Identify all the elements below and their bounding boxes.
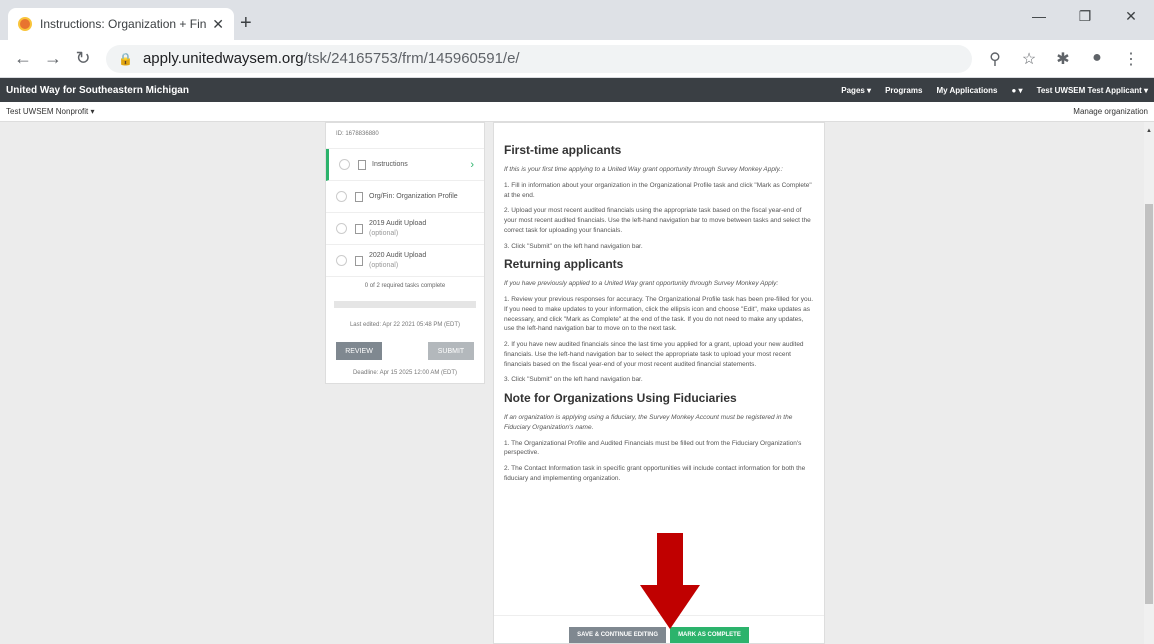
- task-progress-bar: [334, 301, 476, 308]
- manage-organization-link[interactable]: Manage organization: [1073, 107, 1148, 116]
- close-tab-icon[interactable]: ✕: [212, 16, 224, 33]
- back-icon[interactable]: ←: [8, 48, 38, 69]
- status-circle-icon: [339, 159, 350, 170]
- url-path: /tsk/24165753/frm/145960591/e/: [303, 50, 520, 67]
- heading-returning: Returning applicants: [504, 257, 624, 272]
- document-icon: [355, 255, 363, 266]
- task-progress-text: 0 of 2 required tasks complete: [364, 283, 446, 289]
- document-icon: [355, 191, 363, 202]
- extensions-icon[interactable]: ✱: [1048, 49, 1078, 69]
- close-window-icon[interactable]: ✕: [1108, 0, 1154, 32]
- profile-icon[interactable]: ●: [1082, 49, 1112, 69]
- paragraph: 2. If you have new audited financials si…: [504, 341, 804, 368]
- paragraph: 3. Click "Submit" on the left hand navig…: [504, 242, 643, 250]
- red-arrow-annotation: [640, 533, 700, 629]
- status-circle-icon: [336, 255, 347, 266]
- task-label: 2020 Audit Upload: [369, 252, 427, 260]
- app-header: United Way for Southeastern Michigan Pag…: [0, 78, 1154, 102]
- task-instructions[interactable]: Instructions ›: [326, 149, 484, 181]
- submit-button[interactable]: SUBMIT: [428, 342, 474, 360]
- menu-my-applications[interactable]: My Applications: [936, 86, 997, 95]
- org-selector[interactable]: Test UWSEM Nonprofit ▾: [6, 107, 1073, 116]
- browser-tab-strip: Instructions: Organization + Fina ✕ + — …: [0, 0, 1154, 40]
- menu-user[interactable]: Test UWSEM Test Applicant ▾: [1037, 86, 1148, 95]
- toolbar-icons: ⚲ ☆ ✱ ● ⋮: [980, 49, 1146, 69]
- zoom-icon[interactable]: ⚲: [980, 49, 1010, 69]
- heading-fiduciaries: Note for Organizations Using Fiduciaries: [504, 391, 737, 405]
- task-2019-audit[interactable]: 2019 Audit Upload (optional): [326, 213, 484, 245]
- task-label: Instructions: [372, 160, 408, 168]
- scrollbar-thumb[interactable]: [1145, 204, 1153, 604]
- heading-first-time: First-time applicants: [504, 143, 622, 157]
- new-tab-icon[interactable]: +: [240, 12, 252, 35]
- brand-name[interactable]: United Way for Southeastern Michigan: [6, 85, 841, 96]
- browser-tab[interactable]: Instructions: Organization + Fina ✕: [8, 8, 234, 40]
- paragraph: 1. The Organizational Profile and Audite…: [504, 439, 802, 457]
- scroll-up-icon[interactable]: ▲: [1146, 128, 1152, 134]
- minimize-icon[interactable]: —: [1016, 0, 1062, 32]
- app-menu: Pages ▾ Programs My Applications ● ▾ Tes…: [841, 86, 1148, 95]
- task-label: Org/Fin: Organization Profile: [369, 192, 458, 200]
- chevron-right-icon: ›: [470, 158, 474, 171]
- bookmark-star-icon[interactable]: ☆: [1014, 49, 1044, 69]
- application-id: ID: 1678836880: [326, 123, 484, 149]
- window-controls: — ❐ ✕: [1016, 0, 1154, 32]
- status-circle-icon: [336, 191, 347, 202]
- save-continue-button[interactable]: SAVE & CONTINUE EDITING: [569, 627, 667, 643]
- more-menu-icon[interactable]: ⋮: [1116, 49, 1146, 69]
- task-label: 2019 Audit Upload: [369, 220, 427, 228]
- paragraph: If you have previously applied to a Unit…: [504, 280, 779, 288]
- address-bar[interactable]: 🔒 apply.unitedwaysem.org/tsk/24165753/fr…: [106, 44, 972, 73]
- paragraph: 2. Upload your most recent audited finan…: [504, 207, 811, 234]
- forward-icon[interactable]: →: [38, 48, 68, 69]
- paragraph: 3. Click "Submit" on the left hand navig…: [504, 376, 643, 384]
- reload-icon[interactable]: ↻: [68, 48, 98, 69]
- url-host: apply.unitedwaysem.org: [142, 50, 304, 67]
- org-bar: Test UWSEM Nonprofit ▾ Manage organizati…: [0, 102, 1154, 122]
- browser-toolbar: ← → ↻ 🔒 apply.unitedwaysem.org/tsk/24165…: [0, 40, 1154, 78]
- optional-tag: (optional): [369, 229, 399, 237]
- review-button[interactable]: REVIEW: [336, 342, 382, 360]
- task-2020-audit[interactable]: 2020 Audit Upload (optional): [326, 245, 484, 277]
- status-circle-icon: [336, 223, 347, 234]
- scrollbar[interactable]: ▲: [1144, 122, 1154, 644]
- paragraph: If this is your first time applying to a…: [504, 166, 783, 173]
- last-edited: Last edited: Apr 22 2021 05:48 PM (EDT): [349, 322, 461, 328]
- optional-tag: (optional): [369, 261, 399, 269]
- lock-icon: 🔒: [118, 51, 133, 66]
- paragraph: If an organization is applying using a f…: [504, 414, 793, 431]
- paragraph: 1. Fill in information about your organi…: [504, 181, 812, 199]
- document-icon: [355, 223, 363, 234]
- mark-complete-button[interactable]: MARK AS COMPLETE: [670, 627, 749, 643]
- document-icon: [358, 159, 366, 170]
- menu-pages[interactable]: Pages ▾: [841, 86, 871, 95]
- action-buttons: REVIEW SUBMIT: [326, 336, 484, 366]
- menu-programs[interactable]: Programs: [885, 86, 922, 95]
- favicon-icon: [18, 17, 32, 31]
- menu-help[interactable]: ● ▾: [1011, 86, 1022, 95]
- paragraph: 2. The Contact Information task in speci…: [504, 465, 806, 482]
- tab-title: Instructions: Organization + Fina: [40, 17, 207, 31]
- page-content: ID: 1678836880 Instructions › Org/Fin: O…: [0, 122, 1154, 644]
- deadline: Deadline: Apr 15 2025 12:00 AM (EDT): [352, 370, 458, 376]
- maximize-icon[interactable]: ❐: [1062, 0, 1108, 32]
- task-org-profile[interactable]: Org/Fin: Organization Profile: [326, 181, 484, 213]
- paragraph: 1. Review your previous responses for ac…: [504, 296, 814, 333]
- task-sidebar: ID: 1678836880 Instructions › Org/Fin: O…: [325, 122, 485, 384]
